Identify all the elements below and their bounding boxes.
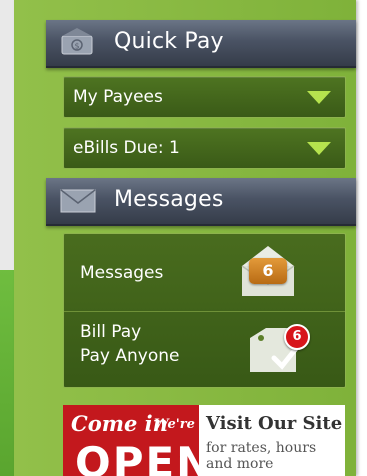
- bill-pay-label: Bill Pay: [80, 322, 142, 342]
- chevron-down-icon: [307, 142, 331, 155]
- messages-count-badge: 6: [249, 258, 287, 284]
- tag-check-icon: 6: [244, 322, 314, 382]
- sign-open-text: OPEN: [75, 438, 199, 476]
- background-gray: [0, 0, 14, 270]
- quick-pay-title: Quick Pay: [114, 29, 224, 54]
- messages-panel: Messages 6 Bill Pay Pay Anyone 6: [63, 233, 346, 388]
- messages-label: Messages: [80, 263, 164, 283]
- pay-anyone-label: Pay Anyone: [80, 346, 180, 366]
- quick-pay-header[interactable]: $ Quick Pay: [46, 20, 356, 68]
- ebills-due-dropdown[interactable]: eBills Due: 1: [63, 127, 346, 169]
- sign-were-text: We're: [154, 417, 195, 432]
- envelope-icon: [58, 186, 98, 216]
- visit-site-banner[interactable]: Come in We're OPEN Visit Our Site for ra…: [63, 405, 345, 476]
- open-sign-image: Come in We're OPEN: [63, 405, 199, 476]
- messages-header[interactable]: Messages: [46, 178, 356, 226]
- my-payees-label: My Payees: [73, 87, 163, 107]
- content-area: [356, 0, 367, 476]
- messages-title: Messages: [114, 187, 224, 212]
- bill-pay-row[interactable]: Bill Pay Pay Anyone 6: [64, 312, 345, 388]
- bill-pay-count-badge: 6: [284, 324, 310, 350]
- my-payees-dropdown[interactable]: My Payees: [63, 76, 346, 118]
- svg-text:$: $: [75, 42, 80, 51]
- banner-headline: Visit Our Site: [206, 413, 343, 434]
- chevron-down-icon: [307, 91, 331, 104]
- banner-subtext: for rates, hours and more: [206, 440, 317, 472]
- messages-row[interactable]: Messages 6: [64, 234, 345, 310]
- money-icon: $: [58, 28, 98, 58]
- open-envelope-icon: 6: [238, 240, 298, 298]
- ebills-due-label: eBills Due: 1: [73, 138, 180, 158]
